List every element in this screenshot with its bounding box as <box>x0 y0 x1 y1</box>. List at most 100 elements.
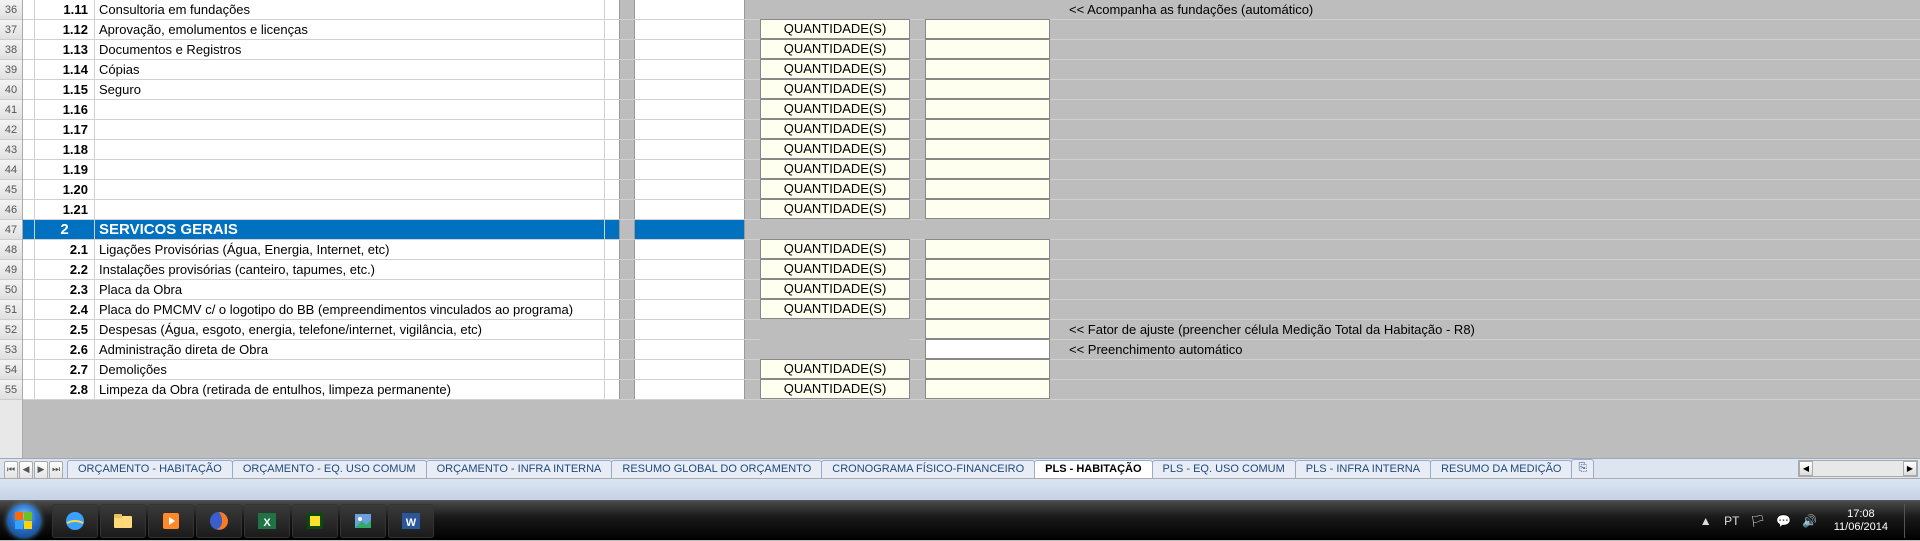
row-header[interactable]: 55 <box>0 380 22 400</box>
value-cell[interactable] <box>925 0 1050 19</box>
cell[interactable] <box>605 240 620 259</box>
quantity-cell[interactable]: QUANTIDADE(S) <box>760 79 910 99</box>
tray-flag-icon[interactable]: 🏳 <box>1750 513 1766 529</box>
cell[interactable] <box>23 380 35 399</box>
quantity-cell[interactable]: QUANTIDADE(S) <box>760 299 910 319</box>
cell[interactable] <box>605 80 620 99</box>
item-number-cell[interactable]: 2.7 <box>35 360 95 379</box>
item-number-cell[interactable]: 2.4 <box>35 300 95 319</box>
value-cell[interactable] <box>925 299 1050 319</box>
row-header[interactable]: 42 <box>0 120 22 140</box>
row-header[interactable]: 40 <box>0 80 22 100</box>
description-cell[interactable]: Limpeza da Obra (retirada de entulhos, l… <box>95 380 605 399</box>
row-header[interactable]: 43 <box>0 140 22 160</box>
quantity-cell[interactable] <box>760 0 910 19</box>
row-header[interactable]: 41 <box>0 100 22 120</box>
cell[interactable] <box>23 0 35 19</box>
cell[interactable] <box>635 380 745 399</box>
row-header[interactable]: 50 <box>0 280 22 300</box>
cell[interactable] <box>605 380 620 399</box>
value-cell[interactable] <box>925 19 1050 39</box>
cell[interactable] <box>605 260 620 279</box>
item-number-cell[interactable]: 2.8 <box>35 380 95 399</box>
value-cell[interactable] <box>925 279 1050 299</box>
cell[interactable] <box>23 80 35 99</box>
cell[interactable] <box>23 180 35 199</box>
cell[interactable] <box>23 40 35 59</box>
tab-nav-last-button[interactable]: ⏭ <box>49 461 63 478</box>
row-header[interactable]: 38 <box>0 40 22 60</box>
quantity-cell[interactable]: QUANTIDADE(S) <box>760 159 910 179</box>
description-cell[interactable]: Demolições <box>95 360 605 379</box>
cell[interactable] <box>23 60 35 79</box>
row-header[interactable]: 53 <box>0 340 22 360</box>
item-number-cell[interactable]: 1.21 <box>35 200 95 219</box>
value-cell[interactable] <box>925 119 1050 139</box>
horizontal-scrollbar[interactable]: ◀ ▶ <box>1798 460 1918 477</box>
value-cell[interactable] <box>925 159 1050 179</box>
cell[interactable] <box>635 80 745 99</box>
cell[interactable] <box>635 40 745 59</box>
quantity-cell[interactable]: QUANTIDADE(S) <box>760 179 910 199</box>
cell[interactable] <box>635 180 745 199</box>
description-cell[interactable]: Cópias <box>95 60 605 79</box>
row-header[interactable]: 46 <box>0 200 22 220</box>
taskbar-firefox-icon[interactable] <box>196 504 242 538</box>
item-number-cell[interactable]: 2.6 <box>35 340 95 359</box>
cell[interactable] <box>635 360 745 379</box>
worksheet-tab[interactable]: CRONOGRAMA FÍSICO-FINANCEIRO <box>821 460 1035 478</box>
row-header[interactable]: 39 <box>0 60 22 80</box>
cell[interactable] <box>23 160 35 179</box>
description-cell[interactable] <box>95 180 605 199</box>
value-cell[interactable] <box>925 219 1050 239</box>
cell[interactable] <box>605 60 620 79</box>
description-cell[interactable]: Aprovação, emolumentos e licenças <box>95 20 605 39</box>
value-cell[interactable] <box>925 179 1050 199</box>
quantity-cell[interactable]: QUANTIDADE(S) <box>760 119 910 139</box>
worksheet-tab[interactable]: PLS - INFRA INTERNA <box>1295 460 1431 478</box>
row-header[interactable]: 45 <box>0 180 22 200</box>
tray-clock[interactable]: 17:08 11/06/2014 <box>1828 508 1894 534</box>
value-cell[interactable] <box>925 79 1050 99</box>
cell[interactable] <box>605 160 620 179</box>
item-number-cell[interactable]: 2.3 <box>35 280 95 299</box>
quantity-cell[interactable]: QUANTIDADE(S) <box>760 279 910 299</box>
scroll-right-button[interactable]: ▶ <box>1903 461 1917 476</box>
cell[interactable] <box>605 360 620 379</box>
item-number-cell[interactable]: 2.5 <box>35 320 95 339</box>
item-number-cell[interactable]: 1.19 <box>35 160 95 179</box>
description-cell[interactable]: Placa da Obra <box>95 280 605 299</box>
description-cell[interactable]: Despesas (Água, esgoto, energia, telefon… <box>95 320 605 339</box>
description-cell[interactable]: Seguro <box>95 80 605 99</box>
cell[interactable] <box>605 280 620 299</box>
show-desktop-button[interactable] <box>1904 504 1914 538</box>
cell[interactable] <box>605 120 620 139</box>
cell[interactable] <box>635 120 745 139</box>
cell[interactable] <box>635 200 745 219</box>
taskbar-explorer-icon[interactable] <box>100 504 146 538</box>
row-header[interactable]: 47 <box>0 220 22 240</box>
tray-message-icon[interactable]: 💬 <box>1776 513 1792 529</box>
quantity-cell[interactable]: QUANTIDADE(S) <box>760 379 910 399</box>
value-cell[interactable] <box>925 199 1050 219</box>
row-header[interactable]: 36 <box>0 0 22 20</box>
item-number-cell[interactable]: 1.11 <box>35 0 95 19</box>
cell[interactable] <box>605 40 620 59</box>
tab-nav-first-button[interactable]: ⏮ <box>4 461 18 478</box>
cell[interactable] <box>605 20 620 39</box>
row-header[interactable]: 49 <box>0 260 22 280</box>
row-header[interactable]: 52 <box>0 320 22 340</box>
cell[interactable] <box>23 360 35 379</box>
description-cell[interactable] <box>95 200 605 219</box>
quantity-cell[interactable]: QUANTIDADE(S) <box>760 199 910 219</box>
tray-lang[interactable]: PT <box>1724 513 1740 529</box>
item-number-cell[interactable]: 2 <box>35 220 95 239</box>
taskbar-media-icon[interactable] <box>148 504 194 538</box>
worksheet-tab[interactable]: RESUMO GLOBAL DO ORÇAMENTO <box>611 460 822 478</box>
quantity-cell[interactable]: QUANTIDADE(S) <box>760 239 910 259</box>
cell[interactable] <box>635 340 745 359</box>
cell[interactable] <box>605 200 620 219</box>
row-header[interactable]: 48 <box>0 240 22 260</box>
item-number-cell[interactable]: 1.18 <box>35 140 95 159</box>
item-number-cell[interactable]: 1.13 <box>35 40 95 59</box>
